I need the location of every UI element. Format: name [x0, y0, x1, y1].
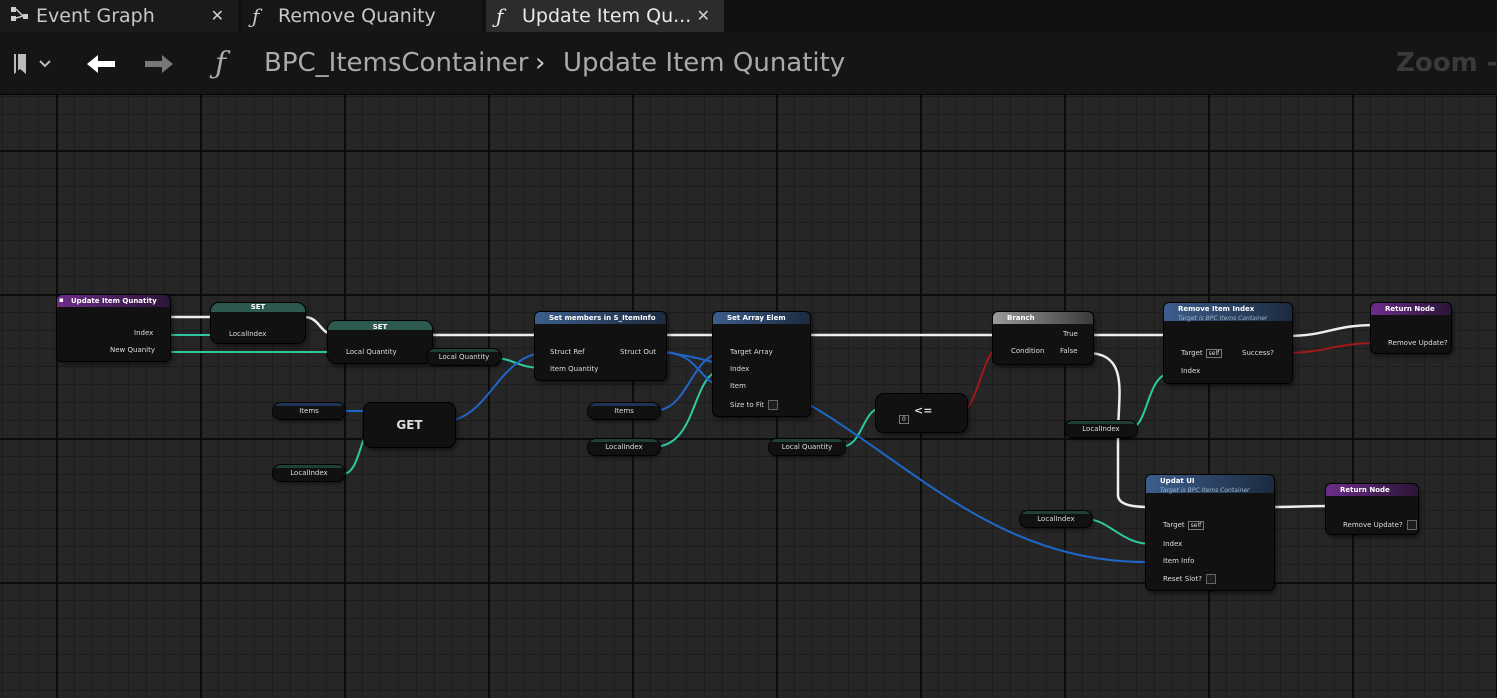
items-getter[interactable]: Items — [273, 403, 345, 419]
local-quantity-getter[interactable]: Local Quantity — [427, 349, 501, 365]
node-title: Update Item Qunatity — [57, 295, 170, 307]
remove-item-index-node[interactable]: Remove Item Index Target is BPC Items Co… — [1164, 303, 1292, 383]
reset-slot-checkbox[interactable] — [1205, 574, 1216, 584]
breadcrumb-current: Update Item Qunatity — [563, 48, 846, 78]
node-subtitle: Target is BPC Items Container — [1178, 315, 1268, 322]
updat-ui-node[interactable]: Updat UI Target is BPC Items Container T… — [1146, 475, 1274, 590]
compare-value-field[interactable]: 0 — [896, 415, 909, 424]
breadcrumb-separator-icon: › — [535, 48, 546, 78]
node-title: SET — [250, 303, 266, 311]
tab-label: Event Graph — [36, 5, 155, 27]
pin-localindex: LocalIndex — [229, 330, 267, 338]
size-to-fit-checkbox[interactable] — [768, 400, 779, 410]
local-quantity-getter-2[interactable]: Local Quantity — [769, 439, 845, 455]
function-entry-node[interactable]: Update Item Qunatity ▪ Index New Quanity — [57, 295, 170, 361]
pin-target-array: Target Array — [730, 348, 773, 356]
node-title: SET — [372, 323, 388, 331]
set-members-node[interactable]: Set members in S_ItemInfo Struct Ref Str… — [535, 312, 666, 380]
node-title: Remove Item Index Target is BPC Items Co… — [1164, 303, 1292, 322]
pin-struct-out: Struct Out — [620, 348, 657, 356]
bookmark-icon[interactable] — [12, 52, 52, 80]
operator-label: <= — [914, 404, 933, 417]
pin-remove-update: Remove Update? — [1343, 520, 1417, 530]
remove-update-checkbox[interactable] — [1406, 520, 1417, 530]
pin-true: True — [1063, 330, 1078, 338]
node-title: Return Node — [1371, 303, 1451, 315]
tab-label: Update Item Qu... — [522, 5, 692, 27]
forward-arrow-icon[interactable] — [143, 52, 175, 80]
localindex-getter[interactable]: LocalIndex — [273, 465, 345, 481]
pin-size-to-fit: Size to Fit — [730, 400, 779, 410]
return-node-2[interactable]: Return Node Remove Update? — [1326, 484, 1418, 534]
items-getter-2[interactable]: Items — [588, 403, 660, 419]
close-icon[interactable]: ✕ — [697, 6, 710, 25]
pin-index: Index — [134, 329, 154, 337]
pin-item-quantity: Item Quantity — [550, 365, 599, 373]
close-icon[interactable]: ✕ — [211, 6, 224, 25]
pin-target: Target self — [1181, 349, 1223, 358]
tab-event-graph[interactable]: Event Graph ✕ — [0, 0, 238, 32]
compare-node[interactable]: <= 0 — [876, 394, 967, 432]
function-icon: ƒ — [252, 4, 260, 28]
localindex-getter-2[interactable]: LocalIndex — [588, 439, 660, 455]
set-localindex-node[interactable]: SET LocalIndex — [211, 303, 305, 343]
node-title: Set Array Elem — [713, 312, 810, 324]
set-local-quantity-node[interactable]: SET Local Quantity — [328, 321, 432, 363]
node-title: Set members in S_ItemInfo — [535, 312, 666, 324]
function-icon: ƒ — [496, 4, 504, 28]
localindex-getter-3[interactable]: LocalIndex — [1065, 421, 1137, 437]
pin-local-quantity: Local Quantity — [346, 348, 397, 356]
pin-success: Success? — [1242, 349, 1274, 357]
set-array-elem-node[interactable]: Set Array Elem Target Array Index Item S… — [713, 312, 810, 416]
pin-remove-update: Remove Update? — [1388, 339, 1448, 347]
pin-false: False — [1060, 347, 1078, 355]
array-get-node[interactable]: GET — [364, 403, 455, 447]
breadcrumb-parent[interactable]: BPC_ItemsContainer — [264, 48, 528, 78]
node-subtitle: Target is BPC Items Container — [1160, 487, 1250, 494]
tab-bar: Event Graph ✕ ƒ Remove Quanity ƒ Update … — [0, 0, 1497, 32]
zoom-level: Zoom -5 — [1396, 48, 1497, 78]
blueprint-graph-canvas[interactable]: Update Item Qunatity ▪ Index New Quanity… — [0, 95, 1497, 698]
tab-remove-quanity[interactable]: ƒ Remove Quanity — [242, 0, 482, 32]
tab-update-item-quantity[interactable]: ƒ Update Item Qu... ✕ — [486, 0, 724, 32]
branch-node[interactable]: Branch Condition True False — [993, 312, 1093, 364]
node-title: Updat UI Target is BPC Items Container — [1146, 475, 1274, 494]
event-graph-icon — [10, 4, 36, 28]
node-title: Branch — [993, 312, 1093, 324]
pin-index: Index — [1181, 367, 1201, 375]
pin-target: Target self — [1163, 521, 1205, 530]
pin-struct-ref: Struct Ref — [550, 348, 585, 356]
tab-label: Remove Quanity — [278, 5, 436, 27]
function-icon: ▪ — [59, 296, 64, 304]
back-arrow-icon[interactable] — [85, 52, 117, 80]
localindex-getter-4[interactable]: LocalIndex — [1020, 511, 1092, 527]
pin-new-quanity: New Quanity — [110, 346, 155, 354]
function-icon: ƒ — [215, 46, 227, 81]
pin-item-info: Item Info — [1163, 557, 1195, 565]
pin-index: Index — [1163, 540, 1183, 548]
pin-condition: Condition — [1011, 347, 1045, 355]
pin-item: Item — [730, 382, 746, 390]
pin-index: Index — [730, 365, 750, 373]
return-node-1[interactable]: Return Node Remove Update? — [1371, 303, 1451, 353]
pin-reset-slot: Reset Slot? — [1163, 574, 1216, 584]
node-title: Return Node — [1326, 484, 1418, 496]
